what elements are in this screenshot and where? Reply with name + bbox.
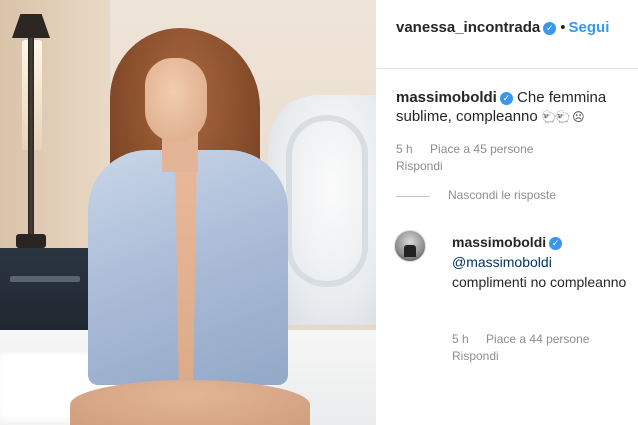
reply-time[interactable]: 5 h (452, 332, 469, 346)
woman-legs (70, 380, 310, 425)
post-photo[interactable] (0, 0, 376, 425)
separator-dot: • (560, 19, 566, 36)
reply-mention[interactable]: @massimoboldi (452, 254, 552, 270)
reply-text: complimenti no compleanno (452, 274, 627, 290)
reply-likes[interactable]: Piace a 44 persone (486, 332, 589, 346)
comment-emoji: 🐑🐑 ☹ (541, 110, 585, 124)
reply-button[interactable]: Rispondi (396, 159, 443, 173)
author-username[interactable]: vanessa_incontrada (396, 19, 540, 36)
comment-time[interactable]: 5 h (396, 142, 413, 156)
reply-comment: massimoboldi ✓ @massimoboldi complimenti … (452, 232, 632, 292)
hide-replies-button[interactable]: Nascondi le risposte (448, 188, 556, 202)
lamp-pole (28, 38, 34, 238)
reply-username[interactable]: massimoboldi (452, 234, 546, 250)
reply-reply-button[interactable]: Rispondi (452, 349, 499, 363)
avatar[interactable] (394, 230, 426, 262)
lamp-base (16, 234, 46, 248)
comments-panel: vanessa_incontrada ✓ • Segui massimoboldi ✓ … (376, 0, 638, 425)
woman-face (145, 58, 207, 142)
hide-replies-line (396, 196, 430, 197)
verified-badge-icon: ✓ (549, 236, 563, 250)
reply-meta: 5 h Piace a 44 persone (452, 332, 589, 346)
comment-meta: 5 h Piace a 45 persone (396, 142, 533, 156)
comment-username[interactable]: massimoboldi (396, 89, 497, 106)
verified-badge-icon: ✓ (499, 91, 513, 105)
comment-likes[interactable]: Piace a 45 persone (430, 142, 533, 156)
follow-button[interactable]: Segui (569, 19, 610, 36)
comment: massimoboldi ✓ Che femmina sublime, compl… (396, 88, 636, 127)
post-header: vanessa_incontrada ✓ • Segui (396, 19, 609, 36)
header-divider (376, 68, 638, 69)
verified-badge-icon: ✓ (543, 21, 557, 35)
